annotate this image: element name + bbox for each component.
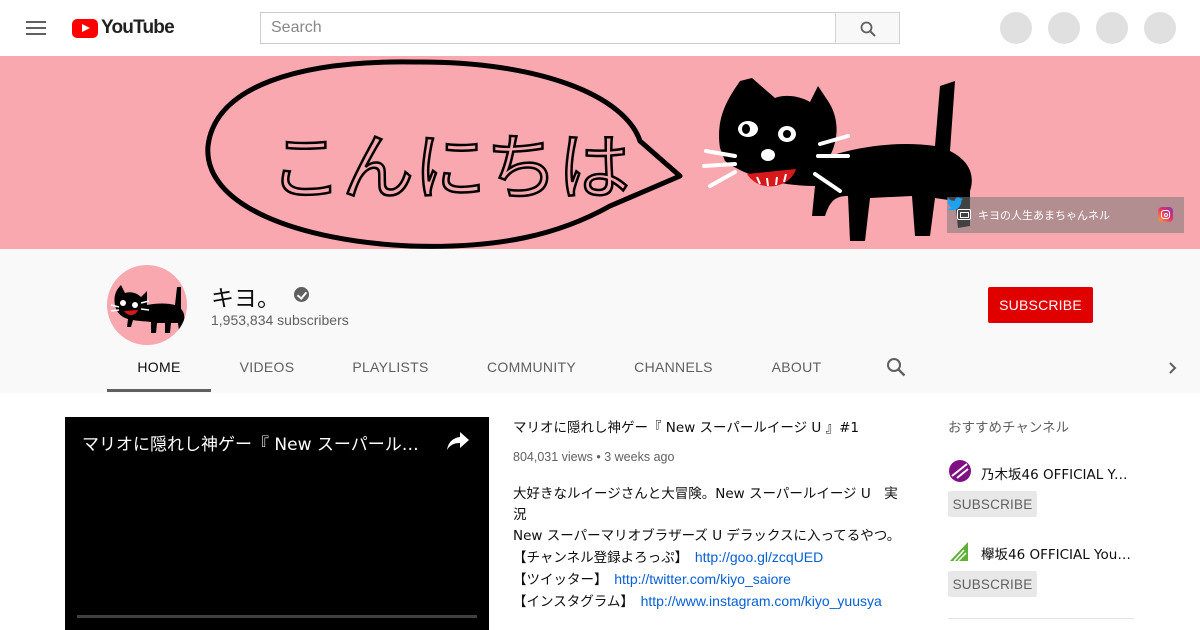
tab-community[interactable]: COMMUNITY	[458, 346, 605, 392]
description-line: 【ツイッター】 http://twitter.com/kiyo_saiore	[513, 569, 913, 591]
description-link[interactable]: http://goo.gl/zcqUED	[695, 549, 823, 565]
instagram-icon[interactable]	[1158, 207, 1173, 222]
video-title[interactable]: マリオに隠れし神ゲー『 New スーパールイージ U 』#1	[513, 416, 913, 436]
featured-channel-subscribe-button[interactable]: SUBSCRIBE	[948, 571, 1037, 597]
search-icon	[860, 21, 876, 37]
apps-button[interactable]	[1048, 12, 1080, 44]
player-progress-bar[interactable]	[77, 615, 477, 618]
tab-home[interactable]: HOME	[107, 346, 211, 392]
subscribe-button[interactable]: SUBSCRIBE	[988, 287, 1093, 323]
tab-about[interactable]: ABOUT	[742, 346, 851, 392]
create-video-button[interactable]	[1000, 12, 1032, 44]
video-player[interactable]: マリオに隠れし神ゲー『 New スーパールイージ U 』#1	[65, 417, 489, 630]
description-label: 【ツイッター】	[513, 572, 615, 588]
keyakizaka-logo-icon[interactable]	[948, 539, 972, 563]
masthead: YouTube	[0, 0, 1200, 56]
description-label: 【チャンネル登録よろっぷ】	[513, 550, 695, 566]
hamburger-menu-icon[interactable]	[24, 16, 48, 40]
description-line: 【チャンネル登録よろっぷ】 http://goo.gl/zcqUED	[513, 547, 913, 569]
banner-link-label[interactable]: キヨの人生あまちゃんネル	[978, 207, 1110, 223]
search-input[interactable]	[260, 12, 836, 44]
featured-channel-name[interactable]: 欅坂46 OFFICIAL YouTube CHANNEL	[981, 543, 1134, 563]
share-icon[interactable]	[446, 431, 470, 451]
banner-links: キヨの人生あまちゃんネル	[947, 197, 1184, 233]
twitter-icon[interactable]	[947, 197, 963, 211]
channel-name: キヨ。	[211, 286, 280, 312]
video-description: 大好きなルイージさんと大冒険。New スーパールイージ U 実 況 New スー…	[513, 484, 913, 613]
channel-avatar[interactable]	[107, 265, 187, 345]
featured-channels-heading: おすすめチャンネル	[948, 420, 1070, 436]
tab-channels[interactable]: CHANNELS	[605, 346, 742, 392]
description-link[interactable]: http://twitter.com/kiyo_saiore	[614, 571, 791, 587]
verified-badge-icon	[294, 287, 309, 302]
cat-avatar-icon	[110, 285, 185, 333]
sidebar-divider	[948, 618, 1134, 619]
youtube-logo[interactable]: YouTube	[72, 17, 175, 39]
channel-header: キヨ。 1,953,834 subscribers SUBSCRIBE HOME…	[0, 249, 1200, 393]
description-label: 【インスタグラム】	[513, 594, 641, 610]
featured-channel-name[interactable]: 乃木坂46 OFFICIAL YouTube CHANNEL	[981, 463, 1134, 483]
channel-search-icon[interactable]	[886, 357, 906, 377]
tab-playlists[interactable]: PLAYLISTS	[323, 346, 458, 392]
subscriber-count: 1,953,834 subscribers	[211, 312, 349, 328]
tab-videos[interactable]: VIDEOS	[211, 346, 323, 392]
search-button[interactable]	[835, 12, 900, 44]
logo-text: YouTube	[101, 17, 175, 38]
channel-banner: こんにちは キヨの人生あまちゃんネル	[0, 56, 1200, 249]
youtube-play-icon	[72, 18, 98, 38]
description-line: New スーパーマリオブラザーズ U デラックスに入ってるやつ。	[513, 528, 901, 544]
video-meta: 804,031 views • 3 weeks ago	[513, 450, 675, 464]
chevron-right-icon[interactable]	[1166, 362, 1178, 374]
featured-channel-subscribe-button[interactable]: SUBSCRIBE	[948, 491, 1037, 517]
description-line: 況	[513, 507, 527, 523]
player-title[interactable]: マリオに隠れし神ゲー『 New スーパールイージ U 』#1	[82, 430, 434, 455]
banner-greeting: こんにちは	[270, 126, 630, 210]
nogizaka-logo-icon[interactable]	[948, 459, 972, 483]
description-line: 大好きなルイージさんと大冒険。New スーパールイージ U 実	[513, 486, 898, 502]
account-avatar[interactable]	[1144, 12, 1176, 44]
notifications-button[interactable]	[1096, 12, 1128, 44]
description-line: 【インスタグラム】 http://www.instagram.com/kiyo_…	[513, 591, 913, 613]
description-link[interactable]: http://www.instagram.com/kiyo_yuusya	[641, 593, 882, 609]
